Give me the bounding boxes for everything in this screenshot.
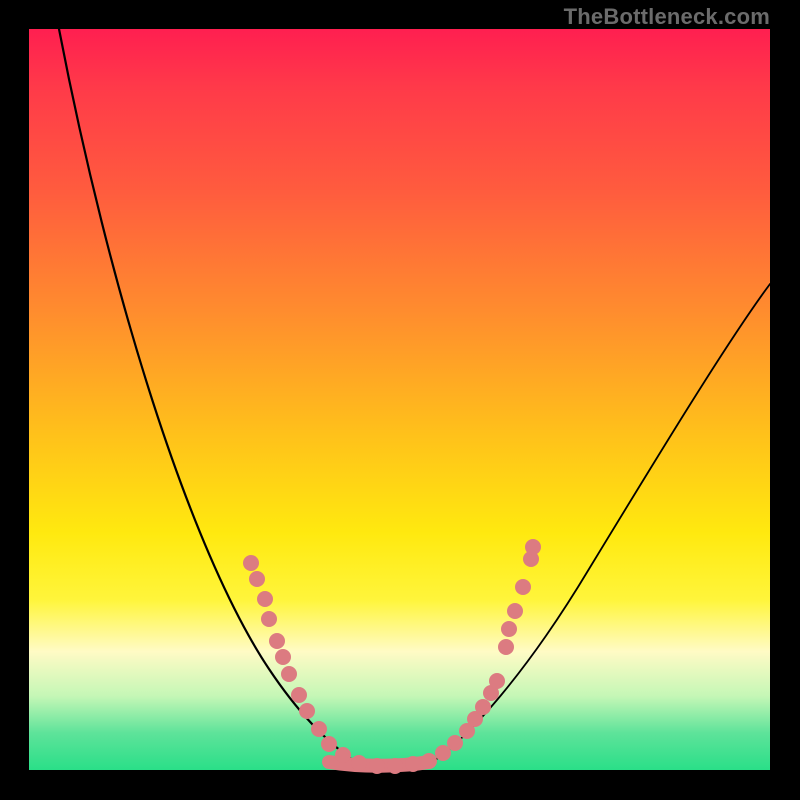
data-marker: [498, 639, 514, 655]
data-marker: [321, 736, 337, 752]
data-marker: [291, 687, 307, 703]
series-right-curve: [429, 284, 770, 764]
data-marker: [281, 666, 297, 682]
chart-frame: TheBottleneck.com: [0, 0, 800, 800]
data-marker: [335, 747, 351, 763]
data-marker: [387, 758, 403, 774]
data-marker: [351, 755, 367, 771]
data-marker: [515, 579, 531, 595]
series-left-curve: [59, 29, 357, 763]
data-marker: [475, 699, 491, 715]
chart-svg: [29, 29, 770, 770]
data-marker: [243, 555, 259, 571]
data-marker: [257, 591, 273, 607]
data-marker: [299, 703, 315, 719]
data-marker: [311, 721, 327, 737]
data-marker: [447, 735, 463, 751]
data-marker: [269, 633, 285, 649]
data-marker: [275, 649, 291, 665]
data-marker: [405, 756, 421, 772]
data-marker: [249, 571, 265, 587]
data-marker: [369, 758, 385, 774]
watermark-text: TheBottleneck.com: [564, 4, 770, 30]
data-marker: [525, 539, 541, 555]
data-marker: [261, 611, 277, 627]
data-marker: [507, 603, 523, 619]
data-marker: [421, 753, 437, 769]
data-marker: [489, 673, 505, 689]
data-marker: [501, 621, 517, 637]
